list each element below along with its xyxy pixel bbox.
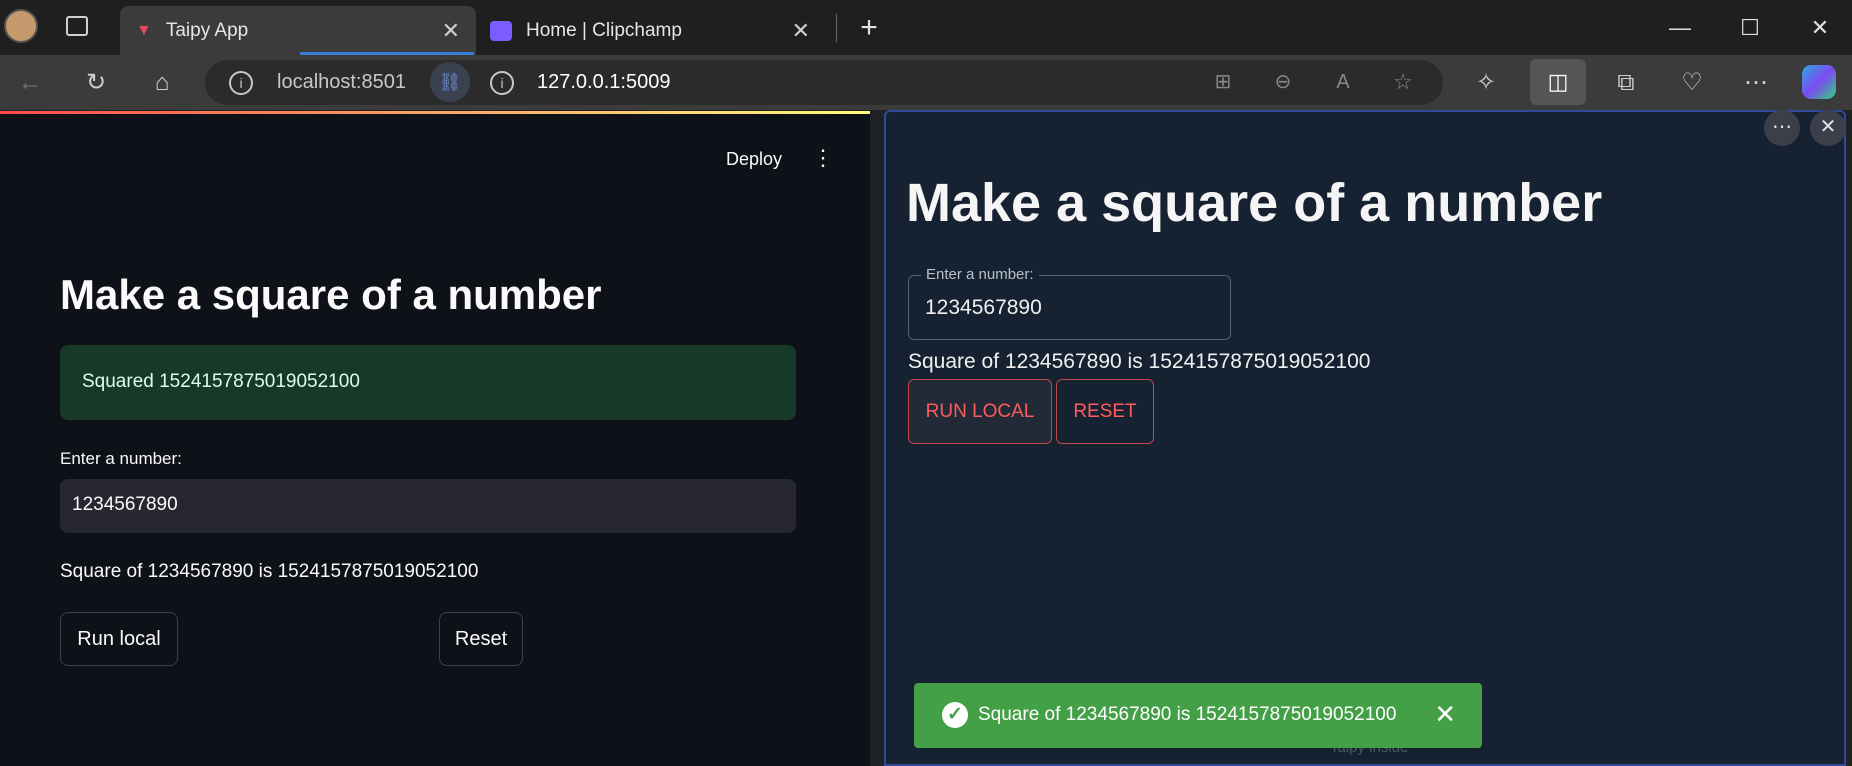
browser-titlebar: ▼ Taipy App ✕ Home | Clipchamp ✕ + — ☐ ✕ xyxy=(0,0,1852,55)
extensions-icon[interactable]: ✧ xyxy=(1468,65,1504,101)
minimize-icon[interactable]: — xyxy=(1660,8,1700,48)
tab-label: Taipy App xyxy=(165,19,249,41)
page-title: Make a square of a number xyxy=(906,173,1603,233)
result-text: Square of 1234567890 is 1524157875019052… xyxy=(60,561,479,582)
number-input-label: Enter a number: xyxy=(921,266,1039,283)
copilot-icon[interactable] xyxy=(1802,65,1836,99)
number-input-label: Enter a number: xyxy=(60,449,182,468)
back-icon[interactable]: ← xyxy=(12,65,48,101)
result-text: Square of 1234567890 is 1524157875019052… xyxy=(908,350,1371,373)
profile-avatar[interactable] xyxy=(4,9,38,43)
close-tab-icon[interactable]: ✕ xyxy=(792,18,810,44)
link-icon[interactable]: ⛓ xyxy=(430,62,470,102)
tab-label: Home | Clipchamp xyxy=(526,19,682,41)
deploy-button[interactable]: Deploy xyxy=(726,149,782,170)
toast-message: Square of 1234567890 is 1524157875019052… xyxy=(978,704,1397,725)
number-input-value[interactable]: 1234567890 xyxy=(925,296,1042,320)
taipy-favicon-icon: ▼ xyxy=(136,21,152,39)
streamlit-pane: Deploy ⋮ Make a square of a number Squar… xyxy=(0,111,870,766)
pane-more-icon[interactable]: ⋯ xyxy=(1764,110,1800,146)
clipchamp-favicon-icon xyxy=(490,20,512,41)
page-title: Make a square of a number xyxy=(60,271,602,318)
close-tab-icon[interactable]: ✕ xyxy=(442,18,460,44)
close-window-icon[interactable]: ✕ xyxy=(1800,8,1840,48)
reset-button[interactable]: Reset xyxy=(439,612,523,666)
number-input[interactable]: 1234567890 xyxy=(60,479,796,533)
streamlit-top-decoration xyxy=(0,111,870,114)
collections-icon[interactable]: ⧉ xyxy=(1608,65,1644,101)
run-local-button[interactable]: RUN LOCAL xyxy=(908,379,1052,444)
address-bar[interactable]: i localhost:8501 ⛓ i 127.0.0.1:5009 ⊞ ⊖ … xyxy=(205,60,1443,105)
left-url[interactable]: localhost:8501 xyxy=(277,71,406,94)
tab-divider xyxy=(836,14,837,42)
tab-actions-icon[interactable] xyxy=(66,16,88,36)
run-local-button[interactable]: Run local xyxy=(60,612,178,666)
taipy-pane: ⋯ ✕ Make a square of a number Enter a nu… xyxy=(884,110,1846,766)
refresh-icon[interactable]: ↻ xyxy=(78,65,114,101)
pane-close-icon[interactable]: ✕ xyxy=(1810,110,1846,146)
browser-toolbar: ← ↻ ⌂ i localhost:8501 ⛓ i 127.0.0.1:500… xyxy=(0,55,1852,110)
success-alert: Squared 1524157875019052100 xyxy=(60,345,796,420)
right-url[interactable]: 127.0.0.1:5009 xyxy=(537,71,670,94)
close-toast-icon[interactable]: ✕ xyxy=(1434,699,1456,730)
info-icon[interactable]: i xyxy=(229,71,253,95)
info-icon[interactable]: i xyxy=(490,71,514,95)
read-aloud-icon[interactable]: A xyxy=(1325,64,1361,100)
apps-icon[interactable]: ⊞ xyxy=(1205,64,1241,100)
zoom-out-icon[interactable]: ⊖ xyxy=(1265,64,1301,100)
more-icon[interactable]: ⋯ xyxy=(1738,65,1774,101)
tab-taipy-app[interactable]: ▼ Taipy App ✕ xyxy=(120,6,476,55)
maximize-icon[interactable]: ☐ xyxy=(1730,8,1770,48)
success-toast: ✓ Square of 1234567890 is 15241578750190… xyxy=(914,683,1482,748)
reset-button[interactable]: RESET xyxy=(1056,379,1154,444)
tab-clipchamp[interactable]: Home | Clipchamp ✕ xyxy=(480,6,826,55)
home-icon[interactable]: ⌂ xyxy=(144,65,180,101)
check-circle-icon: ✓ xyxy=(942,702,968,728)
split-divider[interactable] xyxy=(870,111,884,766)
favorite-star-icon[interactable]: ☆ xyxy=(1385,64,1421,100)
split-screen-icon[interactable]: ◫ xyxy=(1530,59,1586,105)
main-menu-icon[interactable]: ⋮ xyxy=(812,145,834,171)
number-input[interactable]: Enter a number: 1234567890 xyxy=(908,266,1231,340)
browser-essentials-icon[interactable]: ♡ xyxy=(1674,65,1710,101)
new-tab-icon[interactable]: + xyxy=(849,8,889,48)
